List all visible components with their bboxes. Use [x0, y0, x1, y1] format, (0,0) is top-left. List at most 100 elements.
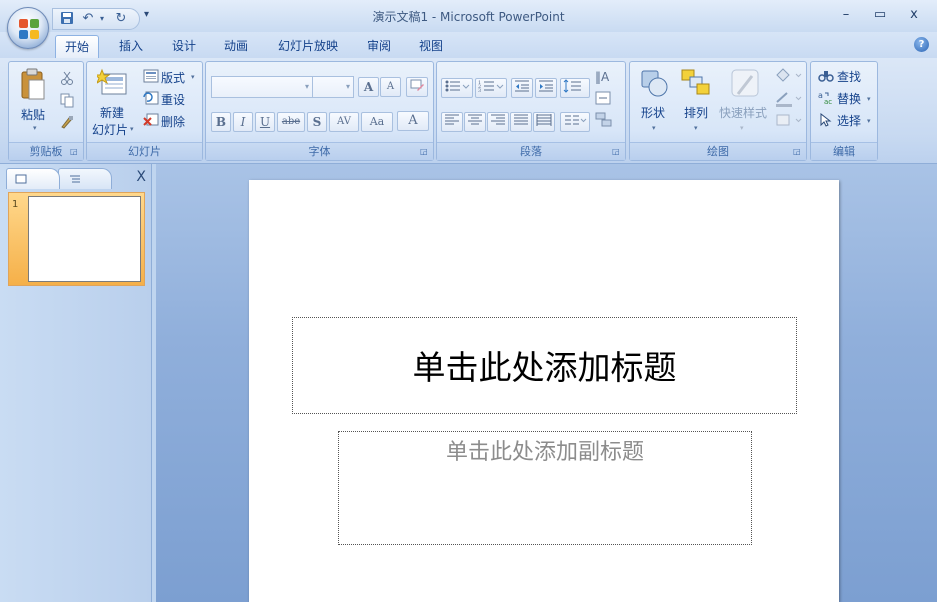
- shape-fill-icon[interactable]: [774, 67, 802, 85]
- line-spacing-icon[interactable]: [560, 78, 590, 98]
- ribbon: 粘贴 ▾ 剪贴板 ◲ 新建 幻灯片 ▾ 版式 ▾ 重设 删除 幻灯片 ▾ ▾ A…: [0, 58, 937, 164]
- strikethrough-button[interactable]: abe: [277, 112, 305, 132]
- columns-icon[interactable]: [560, 112, 590, 132]
- select-icon[interactable]: [818, 112, 834, 127]
- arrange-icon[interactable]: [680, 68, 710, 98]
- subtitle-placeholder-text[interactable]: 单击此处添加副标题: [339, 434, 751, 466]
- quick-styles-icon[interactable]: [730, 68, 760, 100]
- find-icon[interactable]: [818, 69, 834, 83]
- slide-canvas[interactable]: 单击此处添加标题 单击此处添加副标题: [249, 180, 839, 602]
- justify-icon[interactable]: [510, 112, 532, 132]
- italic-button[interactable]: I: [233, 112, 253, 132]
- new-slide-label-2[interactable]: 幻灯片: [92, 121, 128, 138]
- maximize-button[interactable]: ▭: [869, 6, 891, 24]
- select-label[interactable]: 选择: [837, 112, 861, 129]
- drawing-launcher-icon[interactable]: ◲: [793, 147, 803, 157]
- close-button[interactable]: x: [903, 6, 925, 24]
- shapes-dropdown-icon[interactable]: ▾: [652, 124, 656, 132]
- close-panel-button[interactable]: X: [136, 169, 146, 185]
- delete-label[interactable]: 删除: [161, 113, 185, 130]
- smartart-icon[interactable]: [594, 111, 620, 129]
- align-center-icon[interactable]: [464, 112, 486, 132]
- layout-icon[interactable]: [143, 69, 159, 83]
- decrease-indent-icon[interactable]: [511, 78, 533, 98]
- find-label[interactable]: 查找: [837, 68, 861, 85]
- replace-icon[interactable]: a ac: [818, 91, 834, 106]
- change-case-button[interactable]: Aa: [361, 112, 393, 132]
- font-size-combo[interactable]: ▾: [312, 76, 354, 98]
- office-button[interactable]: [7, 7, 49, 49]
- shapes-label[interactable]: 形状: [641, 104, 665, 121]
- shape-effects-icon[interactable]: [774, 112, 802, 130]
- new-slide-icon[interactable]: [93, 68, 129, 98]
- arrange-label[interactable]: 排列: [684, 104, 708, 121]
- paste-icon[interactable]: [19, 68, 47, 102]
- reset-label[interactable]: 重设: [161, 91, 185, 108]
- shapes-icon[interactable]: [640, 69, 670, 99]
- slide-number: 1: [12, 199, 19, 210]
- paragraph-launcher-icon[interactable]: ◲: [612, 147, 622, 157]
- arrange-dropdown-icon[interactable]: ▾: [694, 124, 698, 132]
- delete-slide-icon[interactable]: [143, 113, 159, 127]
- quick-styles-label[interactable]: 快速样式: [719, 104, 767, 121]
- slide-thumbnail-item[interactable]: 1: [8, 192, 145, 286]
- editing-group-label: 编辑: [811, 142, 877, 160]
- tab-design[interactable]: 设计: [163, 35, 205, 58]
- reset-icon[interactable]: [143, 91, 159, 105]
- drawing-group-label: 绘图: [630, 142, 806, 160]
- font-launcher-icon[interactable]: ◲: [420, 147, 430, 157]
- slides-group-label: 幻灯片: [87, 142, 202, 160]
- paste-label[interactable]: 粘贴: [21, 106, 45, 123]
- title-placeholder-text[interactable]: 单击此处添加标题: [293, 341, 796, 389]
- distribute-icon[interactable]: [533, 112, 555, 132]
- select-dropdown-icon[interactable]: ▾: [867, 117, 871, 125]
- tab-outline[interactable]: [58, 168, 112, 189]
- help-icon[interactable]: ?: [914, 37, 929, 52]
- clear-format-icon[interactable]: [406, 77, 428, 97]
- layout-label[interactable]: 版式: [161, 69, 185, 86]
- text-direction-icon[interactable]: ‖A: [594, 67, 620, 85]
- replace-label[interactable]: 替换: [837, 90, 861, 107]
- numbering-icon[interactable]: 123: [475, 78, 507, 98]
- shrink-font-button[interactable]: A: [380, 77, 401, 97]
- tab-home[interactable]: 开始: [55, 35, 99, 58]
- bold-button[interactable]: B: [211, 112, 231, 132]
- tab-insert[interactable]: 插入: [110, 35, 152, 58]
- copy-icon[interactable]: [59, 92, 77, 110]
- align-right-icon[interactable]: [487, 112, 509, 132]
- clipboard-launcher-icon[interactable]: ◲: [70, 147, 80, 157]
- format-painter-icon[interactable]: [59, 114, 77, 132]
- tab-review[interactable]: 审阅: [358, 35, 400, 58]
- replace-dropdown-icon[interactable]: ▾: [867, 95, 871, 103]
- increase-indent-icon[interactable]: [535, 78, 557, 98]
- cut-icon[interactable]: [59, 70, 77, 88]
- shadow-button[interactable]: S: [307, 112, 327, 132]
- bullets-icon[interactable]: [441, 78, 473, 98]
- slide-thumbnail[interactable]: [28, 196, 141, 282]
- font-color-button[interactable]: A: [397, 111, 429, 131]
- window-title: 演示文稿1 - Microsoft PowerPoint: [372, 10, 565, 24]
- quick-styles-dropdown-icon[interactable]: ▾: [740, 124, 744, 132]
- char-spacing-button[interactable]: AV: [329, 112, 359, 132]
- subtitle-placeholder[interactable]: 单击此处添加副标题: [338, 431, 752, 545]
- tab-view[interactable]: 视图: [410, 35, 452, 58]
- align-text-icon[interactable]: [594, 89, 620, 107]
- paste-dropdown-icon[interactable]: ▾: [33, 124, 37, 132]
- tab-slideshow[interactable]: 幻灯片放映: [270, 35, 346, 58]
- new-slide-label-1[interactable]: 新建: [100, 104, 124, 121]
- svg-text:a: a: [818, 91, 823, 100]
- grow-font-button[interactable]: A: [358, 77, 379, 97]
- minimize-button[interactable]: –: [835, 6, 857, 24]
- office-logo-icon: [19, 19, 39, 39]
- align-left-icon[interactable]: [441, 112, 463, 132]
- new-slide-dropdown-icon[interactable]: ▾: [130, 125, 134, 133]
- shape-outline-icon[interactable]: [774, 90, 802, 108]
- paragraph-group-label: 段落: [437, 142, 625, 160]
- tab-slides-thumbnails[interactable]: [6, 168, 60, 189]
- title-placeholder[interactable]: 单击此处添加标题: [292, 317, 797, 414]
- slide-editing-area: 单击此处添加标题 单击此处添加副标题: [156, 164, 937, 602]
- layout-dropdown-icon[interactable]: ▾: [191, 73, 195, 81]
- tab-animations[interactable]: 动画: [215, 35, 257, 58]
- font-name-combo[interactable]: ▾: [211, 76, 313, 98]
- underline-button[interactable]: U: [255, 112, 275, 132]
